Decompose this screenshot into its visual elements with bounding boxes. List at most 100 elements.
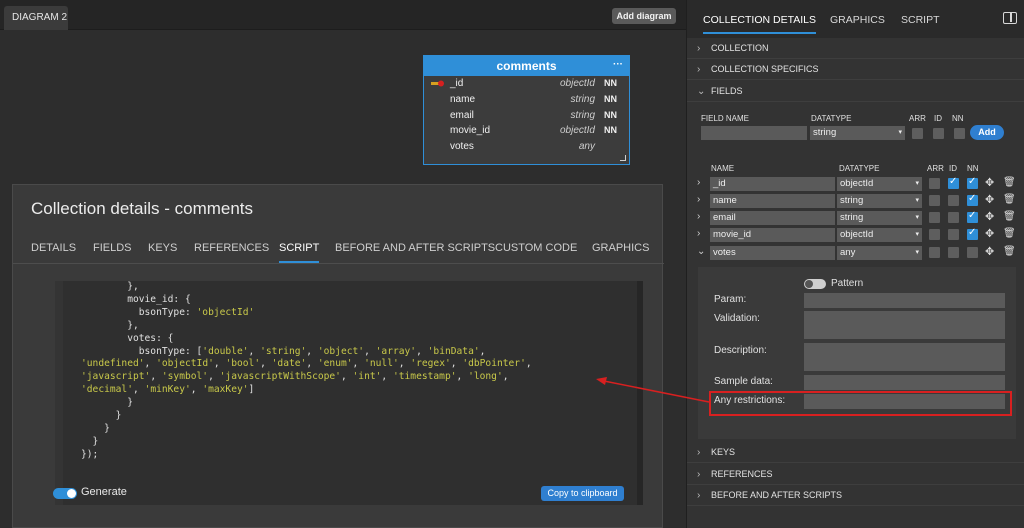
field-nn-checkbox[interactable] bbox=[967, 210, 978, 223]
tab-graphics[interactable]: GRAPHICS bbox=[592, 241, 649, 263]
field-nn-checkbox[interactable] bbox=[967, 227, 978, 240]
section-references[interactable]: › REFERENCES bbox=[687, 464, 1024, 485]
section-fields[interactable]: ⌄ FIELDS bbox=[687, 81, 1024, 102]
code-line: }, bbox=[81, 320, 532, 333]
collection-field-row[interactable]: email string NN bbox=[424, 108, 629, 124]
move-icon[interactable]: ✥ bbox=[985, 176, 994, 189]
chevron-down-icon: ▾ bbox=[915, 214, 919, 221]
panel-layout-icon[interactable] bbox=[1003, 12, 1017, 24]
section-collection-specifics[interactable]: › COLLECTION SPECIFICS bbox=[687, 59, 1024, 80]
chevron-right-icon[interactable]: › bbox=[697, 228, 700, 239]
move-icon[interactable]: ✥ bbox=[985, 193, 994, 206]
generate-toggle[interactable] bbox=[53, 488, 77, 499]
modal-title: Collection details - comments bbox=[31, 199, 254, 218]
field-datatype-select[interactable]: string ▾ bbox=[837, 194, 922, 208]
chevron-right-icon[interactable]: › bbox=[697, 194, 700, 205]
validation-textarea[interactable] bbox=[804, 311, 1005, 339]
code-text: , bbox=[144, 358, 157, 370]
code-text: , bbox=[450, 358, 463, 370]
new-field-datatype-select[interactable]: string ▾ bbox=[810, 126, 905, 140]
editor-scrollbar[interactable] bbox=[637, 281, 643, 505]
chevron-down-icon: ⌄ bbox=[697, 86, 706, 97]
section-before-after-scripts[interactable]: › BEFORE AND AFTER SCRIPTS bbox=[687, 485, 1024, 506]
tab-custom-code[interactable]: CUSTOM CODE bbox=[495, 241, 577, 263]
new-field-id-checkbox[interactable] bbox=[933, 128, 944, 139]
resize-handle-icon[interactable] bbox=[620, 155, 626, 161]
add-diagram-button[interactable]: Add diagram bbox=[612, 8, 676, 24]
field-id-checkbox[interactable] bbox=[948, 229, 959, 240]
diagram-tab[interactable]: DIAGRAM 2 bbox=[4, 6, 68, 30]
field-name-input[interactable]: movie_id bbox=[710, 228, 835, 242]
section-collection[interactable]: › COLLECTION bbox=[687, 38, 1024, 59]
tab-before-after-scripts[interactable]: BEFORE AND AFTER SCRIPTS bbox=[335, 241, 495, 263]
tab-references[interactable]: REFERENCES bbox=[194, 241, 269, 263]
field-arr-checkbox[interactable] bbox=[929, 212, 940, 223]
collection-field-row[interactable]: name string NN bbox=[424, 92, 629, 108]
tab-graphics[interactable]: GRAPHICS bbox=[830, 14, 885, 34]
field-name-input[interactable]: email bbox=[710, 211, 835, 225]
chevron-right-icon[interactable]: › bbox=[697, 177, 700, 188]
code-text: } bbox=[81, 397, 133, 409]
header-name: NAME bbox=[711, 164, 735, 173]
tab-keys[interactable]: KEYS bbox=[148, 241, 177, 263]
field-id-checkbox[interactable] bbox=[948, 247, 959, 258]
chevron-down-icon[interactable]: ⌄ bbox=[697, 246, 705, 257]
tab-collection-details[interactable]: COLLECTION DETAILS bbox=[703, 14, 816, 34]
move-icon[interactable]: ✥ bbox=[985, 227, 994, 240]
tab-script[interactable]: SCRIPT bbox=[279, 241, 320, 263]
new-field-arr-checkbox[interactable] bbox=[912, 128, 923, 139]
collection-box[interactable]: comments ··· _id objectId NN name string… bbox=[423, 55, 630, 165]
code-string: 'maxKey' bbox=[202, 384, 249, 396]
new-field-nn-checkbox[interactable] bbox=[954, 128, 965, 139]
field-datatype-select[interactable]: objectId ▾ bbox=[837, 228, 922, 242]
field-arr-checkbox[interactable] bbox=[929, 195, 940, 206]
script-editor[interactable]: }, movie_id: { bsonType: 'objectId' }, v… bbox=[55, 281, 643, 505]
tab-script[interactable]: SCRIPT bbox=[901, 14, 940, 34]
trash-icon[interactable]: 🗑 bbox=[1003, 228, 1016, 239]
tab-fields[interactable]: FIELDS bbox=[93, 241, 132, 263]
section-keys[interactable]: › KEYS bbox=[687, 442, 1024, 463]
copy-to-clipboard-button[interactable]: Copy to clipboard bbox=[541, 486, 624, 501]
chevron-down-icon: ▾ bbox=[915, 231, 919, 238]
field-datatype-select[interactable]: any ▾ bbox=[837, 246, 922, 260]
field-id-checkbox[interactable] bbox=[948, 212, 959, 223]
diagram-canvas[interactable]: DIAGRAM 2 Add diagram comments ··· _id o… bbox=[0, 0, 686, 528]
field-arr-checkbox[interactable] bbox=[929, 229, 940, 240]
tab-details[interactable]: DETAILS bbox=[31, 241, 76, 263]
chevron-right-icon[interactable]: › bbox=[697, 211, 700, 222]
trash-icon[interactable]: 🗑 bbox=[1003, 246, 1016, 257]
field-nn-checkbox[interactable] bbox=[967, 193, 978, 206]
pattern-toggle[interactable] bbox=[804, 279, 826, 289]
code-text: } bbox=[81, 422, 110, 434]
move-icon[interactable]: ✥ bbox=[985, 210, 994, 223]
collection-header[interactable]: comments ··· bbox=[424, 56, 629, 76]
param-input[interactable] bbox=[804, 293, 1005, 308]
field-nn: NN bbox=[604, 78, 617, 88]
trash-icon[interactable]: 🗑 bbox=[1003, 194, 1016, 205]
field-id-checkbox[interactable] bbox=[948, 176, 959, 189]
add-field-button[interactable]: Add bbox=[970, 125, 1004, 140]
field-id-checkbox[interactable] bbox=[948, 195, 959, 206]
code-text: , bbox=[248, 345, 261, 357]
collection-field-row[interactable]: votes any bbox=[424, 139, 629, 155]
modal-divider bbox=[13, 263, 664, 264]
field-arr-checkbox[interactable] bbox=[929, 178, 940, 189]
field-name-input[interactable]: _id bbox=[710, 177, 835, 191]
field-arr-checkbox[interactable] bbox=[929, 247, 940, 258]
field-datatype-select[interactable]: objectId ▾ bbox=[837, 177, 922, 191]
new-field-name-input[interactable] bbox=[701, 126, 807, 140]
field-datatype-select[interactable]: string ▾ bbox=[837, 211, 922, 225]
trash-icon[interactable]: 🗑 bbox=[1003, 177, 1016, 188]
collection-field-row[interactable]: movie_id objectId NN bbox=[424, 123, 629, 139]
field-nn-checkbox[interactable] bbox=[967, 247, 978, 258]
header-id: ID bbox=[949, 164, 957, 173]
collection-menu-icon[interactable]: ··· bbox=[613, 56, 623, 74]
sample-data-input[interactable] bbox=[804, 375, 1005, 390]
trash-icon[interactable]: 🗑 bbox=[1003, 211, 1016, 222]
description-textarea[interactable] bbox=[804, 343, 1005, 371]
field-name-input[interactable]: votes bbox=[710, 246, 835, 260]
field-nn-checkbox[interactable] bbox=[967, 176, 978, 189]
field-name-input[interactable]: name bbox=[710, 194, 835, 208]
move-icon[interactable]: ✥ bbox=[985, 245, 994, 258]
collection-field-row[interactable]: _id objectId NN bbox=[424, 76, 629, 92]
